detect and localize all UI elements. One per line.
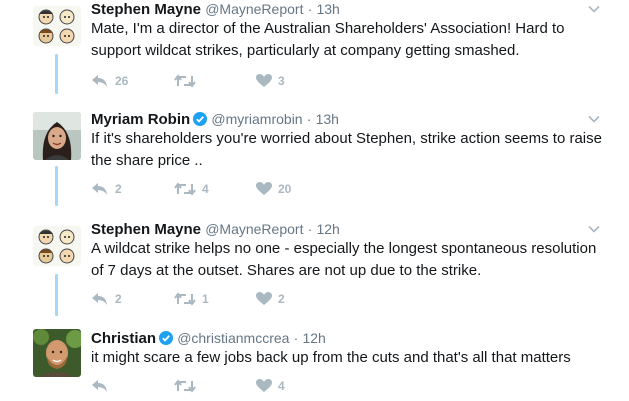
username[interactable]: @MayneReport	[205, 1, 303, 17]
like-button[interactable]: 2	[256, 289, 285, 309]
tweet-text: A wildcat strike helps no one - especial…	[91, 240, 597, 279]
tweet: Stephen Mayne @MayneReport · 12h A wildc…	[0, 220, 629, 320]
separator: ·	[307, 221, 313, 237]
like-count: 3	[278, 74, 285, 88]
retweet-button[interactable]	[174, 376, 202, 396]
heart-icon	[256, 292, 272, 306]
retweet-count: 4	[202, 182, 209, 196]
display-name[interactable]: Christian	[91, 330, 156, 347]
separator: ·	[306, 111, 312, 127]
like-button[interactable]: 4	[256, 376, 285, 396]
like-button[interactable]: 20	[256, 179, 291, 199]
like-count: 2	[278, 292, 285, 306]
tweet: Christian @christianmccrea · 12h it migh…	[0, 329, 629, 401]
tweet-header: Stephen Mayne @MayneReport · 13h	[91, 0, 340, 19]
timestamp[interactable]: 12h	[302, 330, 325, 346]
timestamp[interactable]: 12h	[316, 221, 339, 237]
retweet-icon	[174, 379, 196, 393]
like-count: 4	[278, 379, 285, 393]
tweet-text: it might scare a few jobs back up from t…	[91, 349, 571, 366]
thread-connector	[55, 54, 58, 94]
heart-icon	[256, 74, 272, 88]
thread-connector	[55, 274, 58, 316]
reply-icon	[91, 74, 109, 88]
reply-icon	[91, 292, 109, 306]
reply-icon	[91, 379, 109, 393]
separator: ·	[293, 330, 299, 346]
avatar[interactable]	[33, 329, 81, 377]
reply-button[interactable]: 26	[91, 71, 128, 91]
retweet-button[interactable]	[174, 71, 202, 91]
tweet: Myriam Robin @myriamrobin · 13h If it's …	[0, 110, 629, 210]
retweet-count: 1	[202, 292, 209, 306]
retweet-icon	[174, 182, 196, 196]
reply-button[interactable]: 2	[91, 179, 122, 199]
retweet-button[interactable]: 1	[174, 289, 209, 309]
heart-icon	[256, 182, 272, 196]
retweet-icon	[174, 292, 196, 306]
display-name[interactable]: Stephen Mayne	[91, 1, 201, 18]
display-name[interactable]: Stephen Mayne	[91, 221, 201, 238]
reply-count: 26	[115, 74, 129, 88]
reply-icon	[91, 182, 109, 196]
heart-icon	[256, 379, 272, 393]
avatar[interactable]	[33, 112, 81, 160]
like-count: 20	[278, 182, 292, 196]
username[interactable]: @christianmccrea	[177, 330, 289, 346]
reply-count: 2	[115, 182, 122, 196]
tweet-text: Mate, I'm a director of the Australian S…	[91, 20, 565, 59]
timestamp[interactable]: 13h	[316, 111, 339, 127]
username[interactable]: @myriamrobin	[211, 111, 302, 127]
tweet-header: Stephen Mayne @MayneReport · 12h	[91, 220, 340, 239]
tweet: Stephen Mayne @MayneReport · 13h Mate, I…	[0, 0, 629, 100]
retweet-icon	[174, 74, 196, 88]
tweet-text: If it's shareholders you're worried abou…	[91, 130, 602, 169]
like-button[interactable]: 3	[256, 71, 285, 91]
retweet-button[interactable]: 4	[174, 179, 209, 199]
avatar[interactable]	[33, 6, 81, 46]
username[interactable]: @MayneReport	[205, 221, 303, 237]
reply-button[interactable]: 2	[91, 289, 122, 309]
avatar[interactable]	[33, 226, 81, 266]
reply-button[interactable]	[91, 376, 115, 396]
thread-connector	[55, 166, 58, 206]
separator: ·	[307, 1, 313, 17]
display-name[interactable]: Myriam Robin	[91, 111, 190, 128]
reply-count: 2	[115, 292, 122, 306]
timestamp[interactable]: 13h	[316, 1, 339, 17]
